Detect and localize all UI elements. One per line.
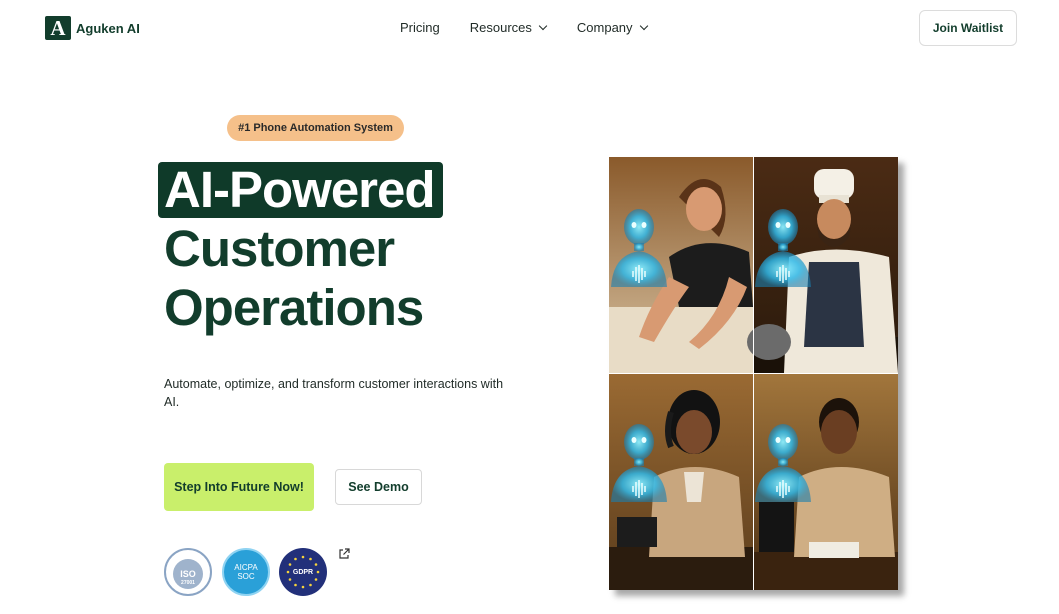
nav-company[interactable]: Company (576, 20, 648, 35)
aicpa-soc-badge: AICPA SOC (222, 548, 270, 596)
nav-pricing-label: Pricing (400, 20, 440, 35)
hero-illustration (609, 157, 898, 590)
main-nav: Pricing Resources Company (400, 20, 648, 35)
logo-mark: A (45, 16, 71, 40)
nav-pricing[interactable]: Pricing (400, 20, 440, 35)
nav-resources[interactable]: Resources (469, 20, 548, 35)
gdpr-badge: GDPR (279, 548, 327, 596)
see-demo-button[interactable]: See Demo (335, 469, 422, 505)
chevron-down-icon (639, 21, 648, 30)
hero-headline: AI-Powered Customer Operations (158, 160, 443, 337)
headline-highlight: AI-Powered (158, 162, 443, 218)
hero-badge: #1 Phone Automation System (227, 115, 404, 141)
nav-company-label: Company (576, 20, 633, 35)
headline-line-3: Operations (164, 279, 424, 336)
logo[interactable]: A Aguken AI (45, 16, 140, 40)
external-link-icon[interactable] (338, 548, 350, 560)
chevron-down-icon (538, 21, 548, 30)
step-into-future-button[interactable]: Step Into Future Now! (164, 463, 314, 511)
join-waitlist-button[interactable]: Join Waitlist (919, 10, 1017, 46)
headline-line-2: Customer (164, 220, 395, 277)
ai-assistants-collage (609, 157, 898, 590)
logo-text: Aguken AI (76, 20, 140, 36)
iso-27001-badge: ISO 27001 (164, 548, 212, 596)
nav-resources-label: Resources (469, 20, 532, 35)
hero-subtitle: Automate, optimize, and transform custom… (164, 377, 504, 409)
